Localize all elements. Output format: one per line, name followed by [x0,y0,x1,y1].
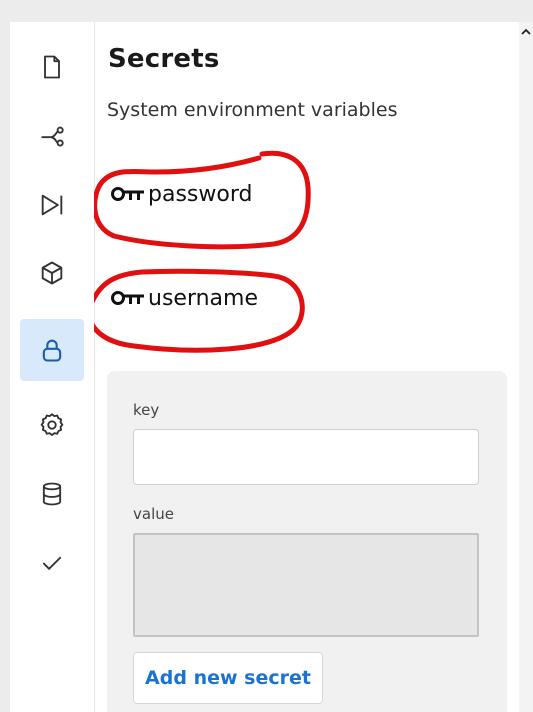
database-icon [42,482,62,506]
lock-icon [42,339,62,362]
git-branch-icon [41,126,64,147]
key-icon [111,187,144,201]
activity-files-button[interactable] [20,36,84,98]
page-title: Secrets [108,44,220,74]
gear-icon [40,413,64,436]
panel-subtitle: System environment variables [107,99,398,121]
activity-source-control-button[interactable] [20,105,84,167]
secrets-panel: Secrets System environment variables pas… [94,22,533,712]
key-label: key [133,401,160,419]
value-input[interactable] [133,533,479,637]
activity-packages-button[interactable] [20,242,84,304]
secret-item-password[interactable]: password [110,177,252,211]
activity-run-button[interactable] [20,174,84,236]
activity-bar [10,22,95,712]
secret-item-username[interactable]: username [110,281,258,315]
chevron-up-icon[interactable] [520,26,532,38]
package-cube-icon [41,261,63,285]
key-input[interactable] [133,429,479,485]
checkmark-icon [42,556,62,571]
value-label: value [133,505,174,523]
app-window: Secrets System environment variables pas… [10,22,533,712]
add-secret-button[interactable]: Add new secret [133,652,323,704]
key-icon [111,291,144,305]
activity-settings-button[interactable] [20,394,84,456]
annotation-overlay [94,150,311,353]
file-icon [44,55,60,79]
run-debug-icon [41,194,63,216]
panel-scrollbar[interactable] [519,22,533,712]
activity-checks-button[interactable] [20,532,84,594]
new-secret-form: key value Add new secret [107,371,507,712]
secret-name: username [148,285,258,311]
secret-name: password [148,181,253,207]
activity-secrets-button[interactable] [20,319,84,381]
activity-database-button[interactable] [20,463,84,525]
